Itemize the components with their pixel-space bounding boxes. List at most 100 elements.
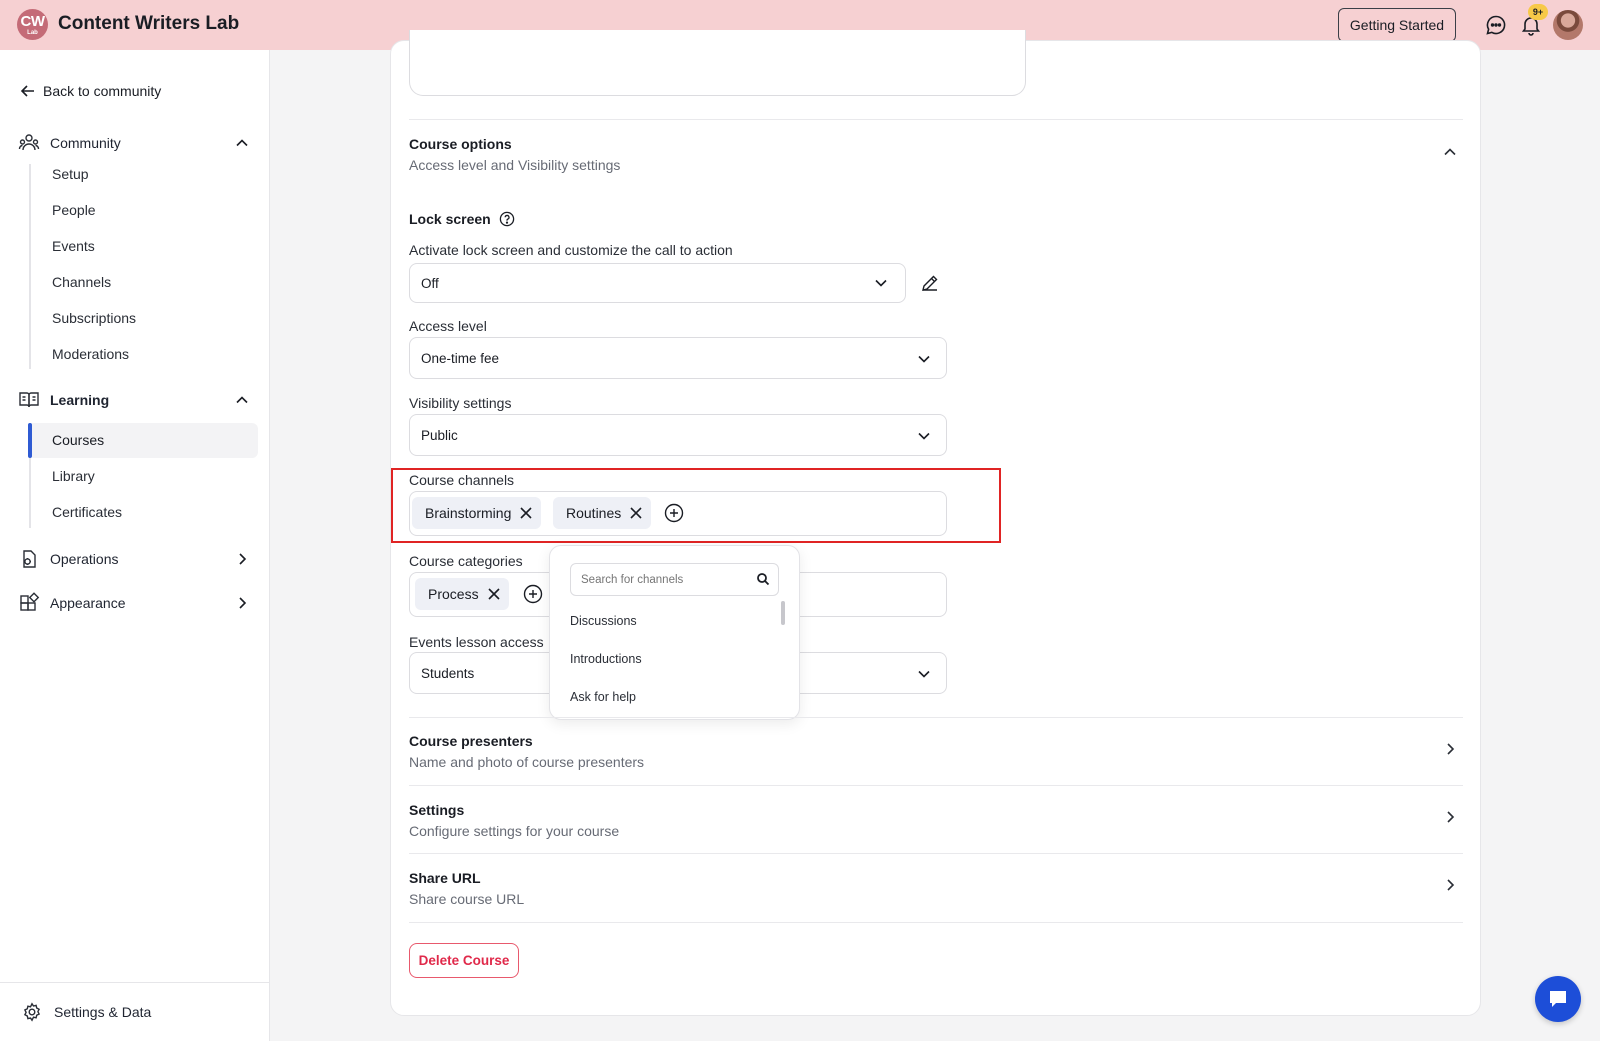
lock-screen-select[interactable]: Off (409, 263, 906, 303)
sidebar-item-courses[interactable]: Courses (52, 432, 104, 448)
chip-label: Process (428, 586, 479, 602)
community-logo[interactable]: CW Lab (17, 9, 48, 40)
support-chat-button[interactable] (1535, 976, 1581, 1022)
book-icon (19, 392, 39, 408)
back-label: Back to community (43, 83, 162, 99)
chevron-down-icon (918, 432, 930, 440)
divider (409, 717, 1463, 718)
community-rail (29, 164, 31, 369)
help-circle-icon[interactable] (499, 211, 515, 227)
chevron-down-icon (918, 670, 930, 678)
course-options-subtitle: Access level and Visibility settings (409, 157, 621, 173)
user-avatar[interactable] (1553, 10, 1583, 40)
channel-search-input[interactable] (570, 563, 779, 596)
getting-started-button[interactable]: Getting Started (1338, 8, 1456, 42)
chip-label: Brainstorming (425, 505, 512, 521)
chip-label: Routines (566, 505, 622, 521)
divider (409, 785, 1463, 786)
lock-screen-value: Off (421, 275, 439, 291)
community-label: Community (50, 135, 121, 151)
back-to-community-link[interactable]: Back to community (20, 83, 161, 99)
divider (409, 853, 1463, 854)
sidebar-item-setup[interactable]: Setup (52, 166, 89, 182)
visibility-select[interactable]: Public (409, 414, 947, 456)
dropdown-option[interactable]: Discussions (570, 614, 637, 628)
chevron-right-icon[interactable] (1442, 741, 1458, 757)
learning-label: Learning (50, 392, 110, 408)
delete-course-button[interactable]: Delete Course (409, 943, 519, 978)
chevron-right-icon[interactable] (234, 551, 250, 567)
lock-screen-heading: Lock screen (409, 211, 515, 227)
sidebar-item-library[interactable]: Library (52, 468, 95, 484)
lock-screen-label: Activate lock screen and customize the c… (409, 242, 733, 258)
course-channels-label: Course channels (409, 472, 515, 488)
chevron-right-icon[interactable] (234, 595, 250, 611)
sidebar-section-community[interactable]: Community (18, 130, 256, 156)
course-categories-label: Course categories (409, 553, 523, 569)
appearance-label: Appearance (50, 595, 126, 611)
sidebar-section-learning[interactable]: Learning (18, 387, 256, 413)
sidebar-item-subscriptions[interactable]: Subscriptions (52, 310, 136, 326)
add-circle-icon[interactable] (523, 584, 543, 604)
close-icon[interactable] (629, 506, 643, 520)
chevron-up-icon[interactable] (234, 135, 250, 151)
access-level-select[interactable]: One-time fee (409, 337, 947, 379)
channel-search-dropdown: Discussions Introductions Ask for help (549, 545, 800, 720)
close-icon[interactable] (487, 587, 501, 601)
divider (409, 922, 1463, 923)
share-url-title[interactable]: Share URL (409, 870, 481, 886)
share-url-subtitle: Share course URL (409, 891, 525, 907)
access-level-value: One-time fee (421, 350, 500, 366)
search-icon (757, 573, 770, 586)
lock-screen-title: Lock screen (409, 211, 491, 227)
app-title[interactable]: Content Writers Lab (58, 13, 239, 35)
chevron-down-icon (875, 279, 887, 287)
operations-icon (23, 550, 36, 568)
divider (409, 119, 1463, 120)
arrow-left-icon (20, 85, 34, 97)
appearance-icon (20, 592, 40, 611)
events-lesson-access-label: Events lesson access (409, 634, 544, 650)
chat-icon[interactable] (1484, 13, 1508, 37)
chevron-up-icon[interactable] (234, 392, 250, 408)
channel-chip[interactable]: Brainstorming (412, 497, 542, 529)
dropdown-option[interactable]: Ask for help (570, 690, 636, 704)
events-lesson-access-value: Students (421, 665, 475, 681)
notification-badge: 9+ (1528, 4, 1548, 20)
chevron-down-icon (918, 355, 930, 363)
description-textarea[interactable] (409, 30, 1026, 96)
sidebar-item-people[interactable]: People (52, 202, 96, 218)
settings-and-data-row[interactable]: Settings & Data (0, 982, 269, 1041)
sidebar-item-moderations[interactable]: Moderations (52, 346, 129, 362)
dropdown-scrollbar[interactable] (781, 601, 785, 625)
chat-bubble-icon (1550, 991, 1566, 1007)
course-presenters-subtitle: Name and photo of course presenters (409, 754, 645, 770)
chevron-right-icon[interactable] (1442, 809, 1458, 825)
sidebar-section-operations[interactable]: Operations (18, 546, 256, 572)
active-indicator (28, 423, 32, 458)
settings-subtitle: Configure settings for your course (409, 823, 620, 839)
close-icon[interactable] (519, 506, 533, 520)
sidebar-section-appearance[interactable]: Appearance (18, 590, 256, 616)
community-icon (18, 134, 40, 151)
visibility-value: Public (421, 427, 458, 443)
settings-title[interactable]: Settings (409, 802, 464, 818)
pencil-icon[interactable] (920, 273, 940, 293)
chevron-up-icon[interactable] (1442, 144, 1458, 160)
access-level-label: Access level (409, 318, 487, 334)
channel-chip[interactable]: Routines (553, 497, 652, 529)
chevron-right-icon[interactable] (1442, 877, 1458, 893)
course-options-title: Course options (409, 136, 512, 152)
sidebar-item-certificates[interactable]: Certificates (52, 504, 122, 520)
visibility-label: Visibility settings (409, 395, 512, 411)
add-circle-icon[interactable] (664, 503, 684, 523)
operations-label: Operations (50, 551, 119, 567)
dropdown-option[interactable]: Introductions (570, 652, 642, 666)
sidebar: Back to community Community Setup People… (0, 50, 270, 1041)
settings-data-label: Settings & Data (54, 1004, 152, 1020)
sidebar-item-channels[interactable]: Channels (52, 274, 111, 290)
gear-icon (23, 1002, 41, 1022)
sidebar-item-events[interactable]: Events (52, 238, 95, 254)
course-presenters-title[interactable]: Course presenters (409, 733, 533, 749)
category-chip[interactable]: Process (415, 578, 509, 610)
